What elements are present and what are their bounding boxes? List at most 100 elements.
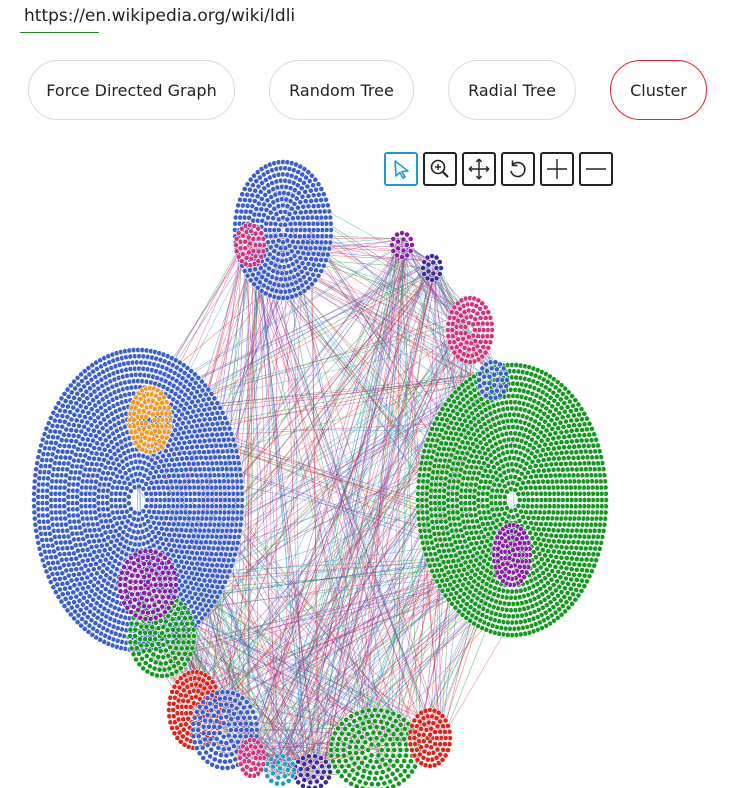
- graph-node[interactable]: [214, 763, 220, 770]
- graph-node[interactable]: [96, 537, 102, 544]
- graph-node[interactable]: [79, 558, 86, 564]
- graph-node[interactable]: [556, 538, 562, 545]
- graph-node[interactable]: [79, 575, 85, 582]
- graph-node[interactable]: [401, 736, 408, 742]
- graph-node[interactable]: [190, 639, 197, 646]
- graph-node[interactable]: [241, 268, 248, 274]
- graph-node[interactable]: [390, 731, 397, 738]
- graph-node[interactable]: [168, 456, 175, 463]
- graph-node[interactable]: [196, 566, 203, 573]
- graph-node[interactable]: [378, 718, 385, 725]
- graph-node[interactable]: [199, 572, 205, 578]
- graph-node[interactable]: [211, 589, 218, 595]
- graph-node[interactable]: [171, 451, 178, 458]
- graph-node[interactable]: [186, 449, 193, 456]
- graph-node[interactable]: [318, 197, 324, 203]
- graph-node[interactable]: [220, 733, 227, 740]
- graph-node[interactable]: [199, 744, 206, 751]
- graph-node[interactable]: [518, 485, 524, 492]
- graph-node[interactable]: [173, 445, 180, 452]
- graph-node[interactable]: [166, 532, 173, 538]
- graph-node[interactable]: [583, 437, 590, 444]
- graph-node[interactable]: [501, 500, 508, 506]
- graph-node[interactable]: [342, 758, 349, 764]
- graph-node[interactable]: [431, 562, 438, 569]
- graph-node[interactable]: [176, 450, 183, 457]
- graph-node[interactable]: [381, 713, 388, 720]
- graph-node[interactable]: [253, 720, 260, 727]
- graph-node[interactable]: [441, 582, 448, 589]
- graph-node[interactable]: [576, 411, 582, 418]
- graph-node[interactable]: [429, 425, 435, 432]
- graph-node[interactable]: [163, 515, 170, 521]
- graph-node[interactable]: [351, 775, 358, 782]
- graph-node[interactable]: [256, 211, 263, 218]
- graph-node[interactable]: [212, 750, 219, 757]
- graph-node[interactable]: [211, 730, 218, 737]
- graph-node[interactable]: [121, 497, 128, 503]
- graph-node[interactable]: [441, 548, 447, 554]
- graph-node[interactable]: [434, 567, 440, 574]
- graph-node[interactable]: [93, 461, 100, 468]
- graph-node[interactable]: [233, 705, 240, 712]
- graph-node[interactable]: [63, 426, 70, 433]
- graph-node[interactable]: [465, 458, 472, 465]
- graph-node[interactable]: [463, 530, 470, 537]
- graph-node[interactable]: [320, 191, 327, 198]
- graph-node[interactable]: [361, 768, 368, 774]
- graph-node[interactable]: [527, 484, 534, 491]
- graph-node[interactable]: [431, 420, 438, 427]
- graph-node[interactable]: [312, 176, 319, 183]
- graph-node[interactable]: [246, 197, 253, 204]
- graph-node[interactable]: [217, 589, 223, 595]
- graph-node[interactable]: [136, 661, 143, 668]
- graph-node[interactable]: [566, 433, 573, 440]
- graph-node[interactable]: [584, 578, 590, 585]
- graph-node[interactable]: [189, 645, 196, 652]
- graph-node[interactable]: [194, 560, 201, 567]
- graph-node[interactable]: [305, 193, 312, 200]
- graph-node[interactable]: [282, 221, 288, 228]
- graph-node[interactable]: [68, 416, 75, 423]
- graph-node[interactable]: [201, 544, 207, 551]
- graph-node[interactable]: [568, 427, 575, 434]
- graph-node[interactable]: [206, 556, 213, 563]
- graph-node[interactable]: [543, 473, 549, 479]
- graph-node[interactable]: [550, 466, 557, 473]
- graph-node[interactable]: [128, 645, 135, 652]
- graph-node[interactable]: [193, 539, 200, 545]
- graph-node[interactable]: [551, 538, 557, 545]
- graph-node[interactable]: [231, 721, 238, 727]
- graph-node[interactable]: [65, 432, 72, 439]
- graph-node[interactable]: [143, 503, 150, 510]
- graph-node[interactable]: [390, 762, 397, 769]
- graph-node[interactable]: [59, 413, 66, 419]
- graph-node[interactable]: [442, 564, 449, 571]
- graph-node[interactable]: [191, 739, 198, 746]
- graph-node[interactable]: [561, 455, 567, 462]
- graph-node[interactable]: [553, 543, 560, 550]
- graph-node[interactable]: [214, 594, 221, 600]
- graph-node[interactable]: [341, 741, 347, 748]
- graph-node[interactable]: [206, 437, 213, 444]
- graph-node[interactable]: [359, 773, 366, 780]
- graph-node[interactable]: [475, 459, 482, 466]
- graph-node[interactable]: [210, 712, 217, 719]
- graph-node[interactable]: [214, 410, 221, 416]
- graph-node[interactable]: [114, 520, 120, 527]
- graph-node[interactable]: [204, 411, 211, 418]
- graph-node[interactable]: [563, 565, 570, 572]
- graph-node[interactable]: [313, 197, 320, 204]
- graph-node[interactable]: [222, 695, 228, 702]
- graph-node[interactable]: [154, 672, 160, 679]
- graph-node[interactable]: [284, 216, 291, 223]
- graph-node[interactable]: [186, 439, 193, 445]
- graph-node[interactable]: [170, 707, 177, 713]
- graph-node[interactable]: [148, 490, 154, 497]
- graph-node[interactable]: [91, 466, 98, 473]
- graph-node[interactable]: [194, 433, 201, 440]
- graph-node[interactable]: [247, 703, 254, 710]
- graph-node[interactable]: [75, 547, 81, 554]
- graph-node[interactable]: [353, 744, 359, 750]
- graph-node[interactable]: [545, 445, 552, 452]
